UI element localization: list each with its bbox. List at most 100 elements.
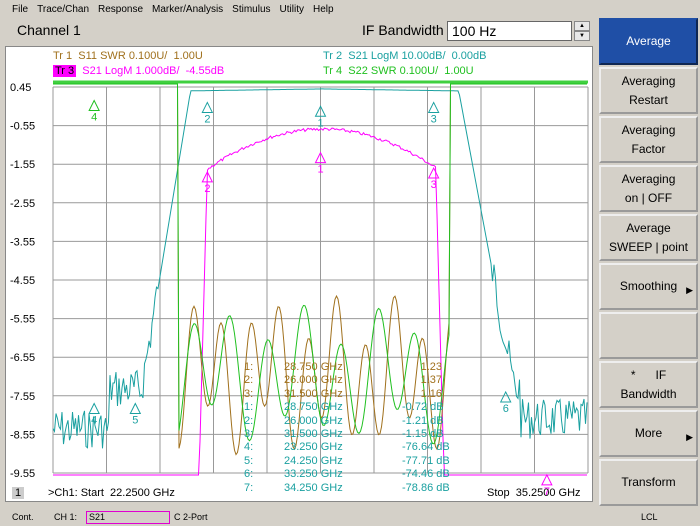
marker-num: 5: [244,454,254,467]
marker-num: 4: [244,441,254,454]
marker-number: 6 [503,403,509,415]
softkey-label: Average [626,34,671,48]
marker-value: -78.86 dB [402,481,450,494]
spin-down-icon[interactable]: ▼ [574,31,590,41]
marker-num: 2: [244,374,254,387]
marker-value: 1.37 [420,374,442,387]
status-bar: Cont. CH 1: S21 C 2-Port LCL [0,508,700,526]
menu-stimulus[interactable]: Stimulus [232,4,270,15]
menu-bar: File Trace/Chan Response Marker/Analysis Sti… [0,0,598,18]
trace-1-label[interactable]: Tr 1 S11 SWR 0.100U/ 1.00U [53,50,203,62]
marker-value: 1.23 [420,361,442,373]
marker-num: 1: [244,401,254,414]
marker-freq: 28.750 GHz [284,401,343,414]
marker-number: 1 [318,164,324,176]
softkey-averagingrestart[interactable]: Averaging Restart [599,67,698,114]
marker-value: -1.21 dB [402,414,444,427]
trace-2-label[interactable]: Tr 2 S21 LogM 10.00dB/ 0.00dB [323,50,487,62]
y-tick-label: -4.55 [10,275,35,287]
trace-4-label[interactable]: Tr 4 S22 SWR 0.100U/ 1.00U [323,65,474,77]
marker-value: 1.16 [420,387,442,400]
y-tick-label: -8.55 [10,429,35,441]
menu-tracechan[interactable]: Trace/Chan [37,4,89,15]
softkey-label: Averaging on | OFF [621,171,676,205]
softkey-more[interactable]: More ▶ [599,410,698,457]
y-tick-label: -6.55 [10,352,35,364]
y-tick-label: -5.55 [10,314,35,326]
menu-file[interactable]: File [12,4,28,15]
softkey-label: Averaging Restart [621,73,676,107]
marker-number: 5 [132,415,138,427]
softkey-smoothing[interactable]: Smoothing ▶ [599,263,698,310]
menu-help[interactable]: Help [313,4,334,15]
softkey-label: Transform [621,475,676,489]
marker-value: -77.71 dB [402,454,450,467]
marker-triangle-icon [88,402,100,415]
marker-triangle-icon [427,101,440,113]
softkey-averagingfactor[interactable]: Averaging Factor [599,116,698,163]
marker-number: 4 [91,415,97,427]
marker-value: -74.46 dB [402,468,450,481]
y-tick-label: -7.55 [10,391,35,403]
menu-markeranalysis[interactable]: Marker/Analysis [152,4,223,15]
measurement-display[interactable]: 0.45 -0.55 -1.55 -2.55 -3.55 -4.55 -5.55 -6.55 -… [5,46,593,502]
ifbw-label: IF Bandwidth [362,22,444,38]
measurement-param: S21 [89,512,106,522]
marker-num: 1: [244,361,254,373]
softkey-blank[interactable] [599,312,698,359]
y-tick-label: -0.55 [10,121,35,133]
marker-triangle-icon [427,166,440,179]
channel-number: 1 [12,487,25,499]
y-tick-label: -1.55 [10,159,35,171]
softkey-label: Averaging Factor [621,122,676,156]
marker-triangle-icon [499,390,512,403]
y-tick-label: -2.55 [10,198,35,210]
menu-response[interactable]: Response [98,4,143,15]
marker-freq: 23.250 GHz [284,441,343,454]
marker-triangle-icon [541,473,553,486]
y-tick-label: 0.45 [10,82,31,94]
spin-up-icon[interactable]: ▲ [574,21,590,31]
softkey-average[interactable]: Average [599,18,698,65]
marker-freq: 31.500 GHz [284,428,343,440]
marker-num: 3: [244,428,254,440]
marker-number: 2 [204,183,210,195]
marker-number: 4 [91,112,97,124]
remote-status: LCL [641,512,658,522]
y-tick-label: -9.55 [10,468,35,480]
menu-utility[interactable]: Utility [280,4,304,15]
ifbw-spinner[interactable]: ▲ ▼ [574,21,590,41]
softkey-averagingonoff[interactable]: Averaging on | OFF [599,165,698,212]
marker-number: 2 [204,113,210,125]
softkey-ifbandwidth[interactable]: * IF Bandwidth [599,361,698,408]
marker-number: 1 [318,117,324,129]
marker-freq: 33.250 GHz [284,468,343,481]
softkey-averagesweeppoint[interactable]: Average SWEEP | point [599,214,698,261]
softkey-transform[interactable]: Transform [599,459,698,506]
softkey-label: * IF Bandwidth [620,367,677,401]
marker-num: 7: [244,481,254,494]
marker-value: -76.64 dB [402,441,450,454]
sweep-mode: Cont. [12,512,34,522]
marker-num: 6: [244,468,254,481]
marker-value: -0.72 dB [402,401,444,414]
submenu-arrow-icon: ▶ [686,285,693,295]
marker-freq: 24.250 GHz [284,454,343,467]
marker-num: 2: [244,414,254,427]
marker-triangle-icon [129,402,142,415]
marker-number: 3 [431,113,437,125]
start-frequency[interactable]: >Ch1: Start 22.2500 GHz [48,487,175,499]
marker-triangle-icon [201,101,214,113]
trace-3-label[interactable]: Tr 3 S21 LogM 1.000dB/ -4.55dB [53,65,224,77]
marker-freq: 31.500 GHz [284,387,343,400]
channel-bar: Channel 1 IF Bandwidth ▲▼ [0,18,598,44]
marker-freq: 28.750 GHz [284,361,343,373]
marker-triangle-icon [88,99,100,112]
ifbw-input[interactable] [447,21,572,41]
softkey-panel: Average Averaging Restart Averaging Factor… [598,16,700,506]
stop-frequency[interactable]: Stop 35.2500 GHz [487,487,581,499]
channel-title: Channel 1 [17,22,81,38]
marker-freq: 26.000 GHz [284,374,343,387]
submenu-arrow-icon: ▶ [686,432,693,442]
marker-value: -1.15 dB [402,428,444,440]
